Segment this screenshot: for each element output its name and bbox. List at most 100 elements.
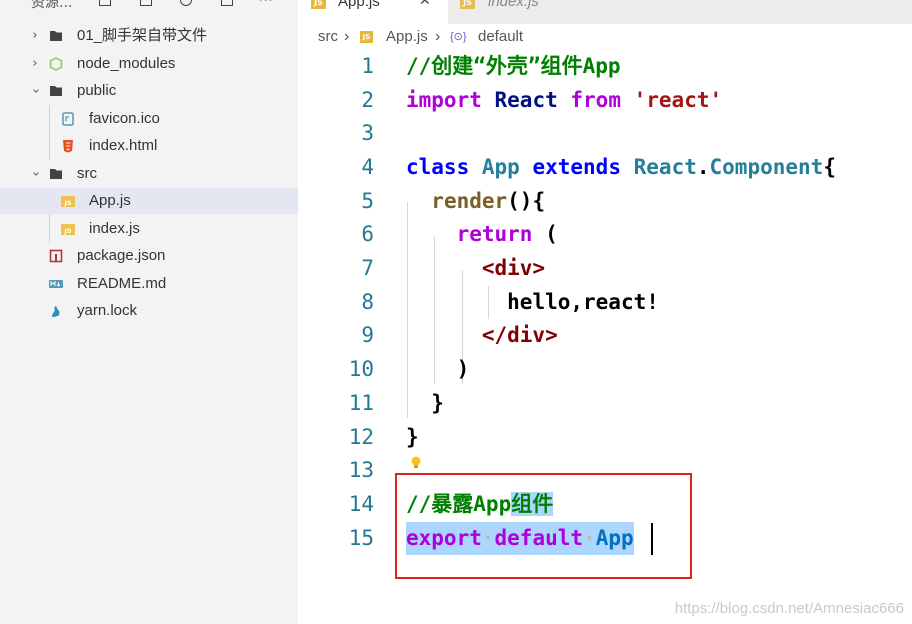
folder-open-icon [50, 86, 62, 96]
line-number: 4 [361, 155, 374, 179]
tree-item-label: index.html [89, 137, 158, 154]
code-line: 11 } [298, 387, 912, 420]
folder-open-icon [50, 169, 62, 179]
line-number: 14 [348, 492, 374, 516]
js-file-icon: JS [311, 0, 326, 9]
new-folder-icon[interactable] [140, 0, 152, 6]
editor-tab-bar: JS App.js ✕ JS index.js [298, 0, 912, 24]
code-line: 3 [298, 117, 912, 150]
code-line: 6 return ( [298, 218, 912, 251]
code-line: 5 render(){ [298, 185, 912, 218]
punctuation-token: { [823, 155, 836, 179]
code-line: 9 </div> [298, 319, 912, 352]
tree-item-folder-node-modules[interactable]: › node_modules [0, 51, 298, 77]
svg-text:JS: JS [63, 199, 71, 207]
js-file-icon: JS [61, 224, 75, 235]
tree-item-file-package-json[interactable]: package.json [0, 243, 298, 269]
js-file-icon: JS [61, 196, 75, 207]
tab-index-js[interactable]: JS index.js [448, 0, 598, 24]
code-line: 10 ) [298, 353, 912, 386]
code-line: 1 //创建“外壳”组件App [298, 50, 912, 83]
js-file-icon: JS [460, 0, 475, 9]
line-number: 2 [361, 88, 374, 112]
tree-item-folder-scaffold[interactable]: › 01_脚手架自带文件 [0, 23, 298, 49]
punctuation-token: . [696, 155, 710, 179]
punctuation-token: ( [545, 222, 558, 246]
identifier-token: Component [709, 155, 824, 179]
tree-item-file-favicon[interactable]: favicon.ico [0, 106, 298, 132]
breadcrumb: src › JS App.js › {⊙} default [298, 24, 912, 50]
tree-item-file-index-js[interactable]: JS index.js [0, 216, 298, 242]
explorer-title: 资源... [31, 0, 73, 11]
line-number: 9 [361, 323, 374, 347]
code-text: render(){ [406, 185, 545, 218]
line-number: 11 [348, 391, 374, 415]
chevron-down-icon: › [28, 88, 43, 94]
punctuation-token: } [431, 391, 444, 415]
line-number: 6 [361, 222, 374, 246]
close-tab-icon[interactable]: ✕ [419, 0, 431, 9]
punctuation-token: ) [456, 357, 470, 381]
code-line: 7 <div> [298, 252, 912, 285]
tree-item-label: public [77, 82, 117, 99]
code-text: <div> [406, 252, 545, 285]
breadcrumb-item-file[interactable]: App.js [386, 24, 428, 50]
line-number: 10 [348, 357, 374, 381]
tree-item-label: index.js [89, 220, 140, 237]
watermark-text: https://blog.csdn.net/Amnesiac666 [674, 600, 904, 617]
tag-token: </div> [481, 323, 558, 347]
tree-item-file-readme[interactable]: README.md [0, 271, 298, 297]
code-text: </div> [406, 319, 558, 352]
chevron-right-icon: › [32, 28, 38, 43]
line-number: 15 [348, 526, 374, 550]
markdown-icon [49, 280, 63, 288]
tab-label: index.js [488, 0, 539, 10]
keyword-token: return [456, 222, 533, 246]
line-number: 12 [348, 425, 374, 449]
collapse-all-icon[interactable] [221, 0, 233, 6]
refresh-icon[interactable] [180, 0, 192, 6]
tree-item-label: 01_脚手架自带文件 [77, 27, 208, 44]
tab-app-js[interactable]: JS App.js ✕ [298, 0, 448, 24]
lightbulb-icon[interactable] [410, 455, 422, 471]
code-text: return ( [406, 218, 558, 251]
chevron-right-icon: › [32, 56, 38, 71]
html5-icon [63, 140, 73, 153]
tree-item-folder-src[interactable]: › src [0, 161, 298, 187]
jsx-text-token: hello,react! [507, 290, 659, 314]
tree-item-label: package.json [77, 247, 166, 264]
nodejs-icon [49, 57, 63, 71]
code-line: 12 } [298, 421, 912, 454]
tree-item-file-index-html[interactable]: index.html [0, 133, 298, 159]
line-number: 1 [361, 54, 374, 78]
annotation-highlight-box [395, 473, 692, 579]
more-actions-icon[interactable]: ··· [258, 0, 273, 9]
chevron-down-icon: › [28, 171, 43, 177]
text-cursor [651, 523, 653, 555]
code-text: //创建“外壳”组件App [406, 50, 621, 83]
tab-label: App.js [338, 0, 380, 10]
tree-item-label: src [77, 165, 97, 182]
tree-item-folder-public[interactable]: › public [0, 78, 298, 104]
code-text: } [406, 421, 419, 454]
identifier-token: App [481, 155, 520, 179]
line-number: 3 [361, 121, 374, 145]
tree-item-label: App.js [89, 192, 131, 209]
tree-item-file-yarn-lock[interactable]: yarn.lock [0, 298, 298, 324]
line-number: 7 [361, 256, 374, 280]
tree-item-label: yarn.lock [77, 302, 138, 319]
image-file-icon [62, 112, 74, 126]
breadcrumb-item-folder[interactable]: src [318, 24, 338, 50]
keyword-token: from [570, 88, 621, 112]
code-line: 8 hello,react! [298, 286, 912, 319]
tree-item-label: README.md [77, 275, 167, 292]
breadcrumb-separator: › [435, 28, 441, 45]
code-text: } [406, 387, 444, 420]
yarn-icon [52, 306, 60, 317]
line-number: 13 [348, 458, 374, 482]
new-file-icon[interactable] [99, 0, 111, 6]
tree-item-file-app-js[interactable]: JS App.js [0, 188, 298, 214]
folder-icon [50, 31, 62, 41]
function-token: render [431, 189, 508, 213]
breadcrumb-item-symbol[interactable]: default [478, 24, 523, 50]
